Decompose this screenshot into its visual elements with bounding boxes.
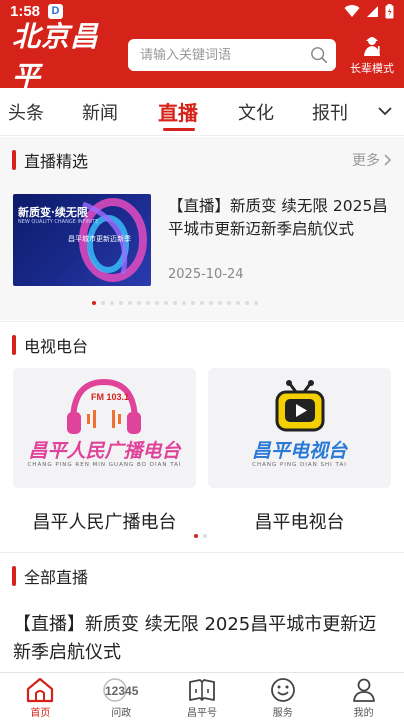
- nav-inquiry[interactable]: 12345 问政: [81, 673, 162, 722]
- carousel-dot[interactable]: [173, 301, 177, 305]
- featured-thumbnail[interactable]: 新质变·续无限 NEW QUALITY CHANGE·INFINITE 昌平城市…: [13, 194, 151, 286]
- carousel-dot[interactable]: [194, 534, 198, 538]
- thumbnail-caption: 昌平城市更新迈新季: [68, 235, 131, 243]
- search-box[interactable]: [128, 39, 336, 71]
- carousel-dot[interactable]: [128, 301, 132, 305]
- carousel-dot[interactable]: [92, 301, 96, 305]
- carousel-dot[interactable]: [254, 301, 258, 305]
- station-carousel-dots: [194, 534, 207, 538]
- nav-changping-account[interactable]: 昌平号: [162, 673, 243, 722]
- nav-label: 服务: [272, 707, 293, 719]
- tv-station-name[interactable]: 昌平电视台: [208, 508, 391, 534]
- bottom-nav: 首页 12345 问政 昌平号 服务 我的: [0, 672, 404, 722]
- book-icon: [189, 678, 215, 701]
- hotline-12345-icon: 12345: [103, 677, 139, 702]
- carousel-dot[interactable]: [164, 301, 168, 305]
- carousel-dot[interactable]: [155, 301, 159, 305]
- radio-station-card[interactable]: FM 103.1 昌平人民广播电台 CHANG PING REN MIN GUA…: [13, 368, 196, 488]
- tv-logo-text: 昌平电视台: [251, 440, 347, 462]
- carousel-dot[interactable]: [245, 301, 249, 305]
- tab-headlines[interactable]: 头条: [8, 99, 44, 125]
- nav-label: 昌平号: [186, 707, 217, 719]
- elder-mode-button[interactable]: 长辈模式: [350, 34, 394, 76]
- carousel-dot[interactable]: [137, 301, 141, 305]
- app-header: 北京昌平 长辈模式: [0, 20, 404, 93]
- more-label: 更多: [352, 153, 380, 169]
- carousel-dot[interactable]: [209, 301, 213, 305]
- elder-icon: [364, 37, 380, 56]
- tab-culture[interactable]: 文化: [238, 99, 274, 125]
- nav-label: 首页: [30, 707, 51, 719]
- radio-logo-pinyin: CHANG PING REN MIN GUANG BO DIAN TAI: [27, 462, 182, 468]
- carousel-dot[interactable]: [146, 301, 150, 305]
- nav-home[interactable]: 首页: [0, 673, 81, 722]
- nav-profile[interactable]: 我的: [323, 673, 404, 722]
- carousel-dot[interactable]: [236, 301, 240, 305]
- battery-icon: [385, 3, 394, 18]
- signal-icon: [367, 5, 378, 17]
- radio-station-name[interactable]: 昌平人民广播电台: [13, 508, 196, 534]
- smile-icon: [270, 677, 295, 702]
- fm-badge: FM 103.1: [91, 392, 130, 402]
- carousel-dots: [92, 301, 258, 305]
- carousel-dot[interactable]: [191, 301, 195, 305]
- section-title: 电视电台: [24, 337, 89, 356]
- all-live-section: 全部直播 【直播】新质变 续无限 2025昌平城市更新迈新季启航仪式: [0, 552, 404, 680]
- more-button[interactable]: 更多: [352, 150, 392, 170]
- radio-headphones-icon: [67, 378, 141, 434]
- radio-logo-text: 昌平人民广播电台: [28, 440, 181, 462]
- search-icon[interactable]: [310, 45, 328, 65]
- elder-mode-label: 长辈模式: [350, 62, 394, 75]
- status-icons: [344, 3, 394, 19]
- nav-label: 问政: [111, 707, 132, 719]
- carousel-dot[interactable]: [203, 534, 207, 538]
- section-accent-bar: [12, 566, 16, 586]
- tv-play-icon: [275, 380, 325, 432]
- carousel-dot[interactable]: [182, 301, 186, 305]
- tab-live[interactable]: 直播: [158, 97, 198, 126]
- nav-services[interactable]: 服务: [242, 673, 323, 722]
- tv-radio-section: 电视电台 FM 103.1 昌平人民广播电台 CHANG PING REN MI…: [0, 321, 404, 551]
- live-item-title[interactable]: 【直播】新质变 续无限 2025昌平城市更新迈新季启航仪式: [13, 611, 393, 667]
- tv-header: 电视电台: [0, 322, 404, 368]
- section-accent-bar: [12, 150, 16, 170]
- featured-date: 2025-10-24: [168, 267, 244, 282]
- carousel-dot[interactable]: [218, 301, 222, 305]
- section-title: 全部直播: [24, 568, 89, 587]
- featured-title[interactable]: 【直播】新质变 续无限 2025昌平城市更新迈新季启航仪式: [168, 195, 390, 241]
- section-title: 直播精选: [24, 152, 89, 171]
- carousel-dot[interactable]: [110, 301, 114, 305]
- all-live-header: 全部直播: [0, 553, 404, 599]
- carousel-dot[interactable]: [101, 301, 105, 305]
- carousel-dot[interactable]: [227, 301, 231, 305]
- tab-newspaper[interactable]: 报刊: [312, 99, 348, 125]
- tv-station-card[interactable]: 昌平电视台 CHANG PING DIAN SHI TAI: [208, 368, 391, 488]
- chevron-right-icon: [384, 154, 392, 166]
- wifi-icon: [344, 4, 360, 17]
- nav-label: 我的: [353, 707, 374, 719]
- tab-news[interactable]: 新闻: [82, 99, 118, 125]
- search-input[interactable]: [140, 47, 310, 63]
- thumbnail-subtitle: NEW QUALITY CHANGE·INFINITE: [18, 219, 99, 225]
- app-logo[interactable]: 北京昌平: [12, 15, 122, 95]
- carousel-dot[interactable]: [119, 301, 123, 305]
- chevron-down-icon[interactable]: [376, 102, 394, 120]
- hotline-number: 12345: [105, 684, 139, 698]
- active-tab-indicator: [163, 128, 195, 131]
- featured-header: 直播精选 更多: [0, 137, 404, 183]
- home-icon: [27, 677, 54, 702]
- section-accent-bar: [12, 335, 16, 355]
- tv-logo-pinyin: CHANG PING DIAN SHI TAI: [252, 462, 347, 468]
- thumbnail-title: 新质变·续无限: [18, 206, 88, 219]
- carousel-dot[interactable]: [200, 301, 204, 305]
- user-icon: [352, 678, 375, 702]
- featured-live-section: 直播精选 更多 新质变·续无限 NEW QUALITY CHANGE·INFIN…: [0, 137, 404, 320]
- channel-tabs: 头条 新闻 直播 文化 报刊: [0, 88, 404, 136]
